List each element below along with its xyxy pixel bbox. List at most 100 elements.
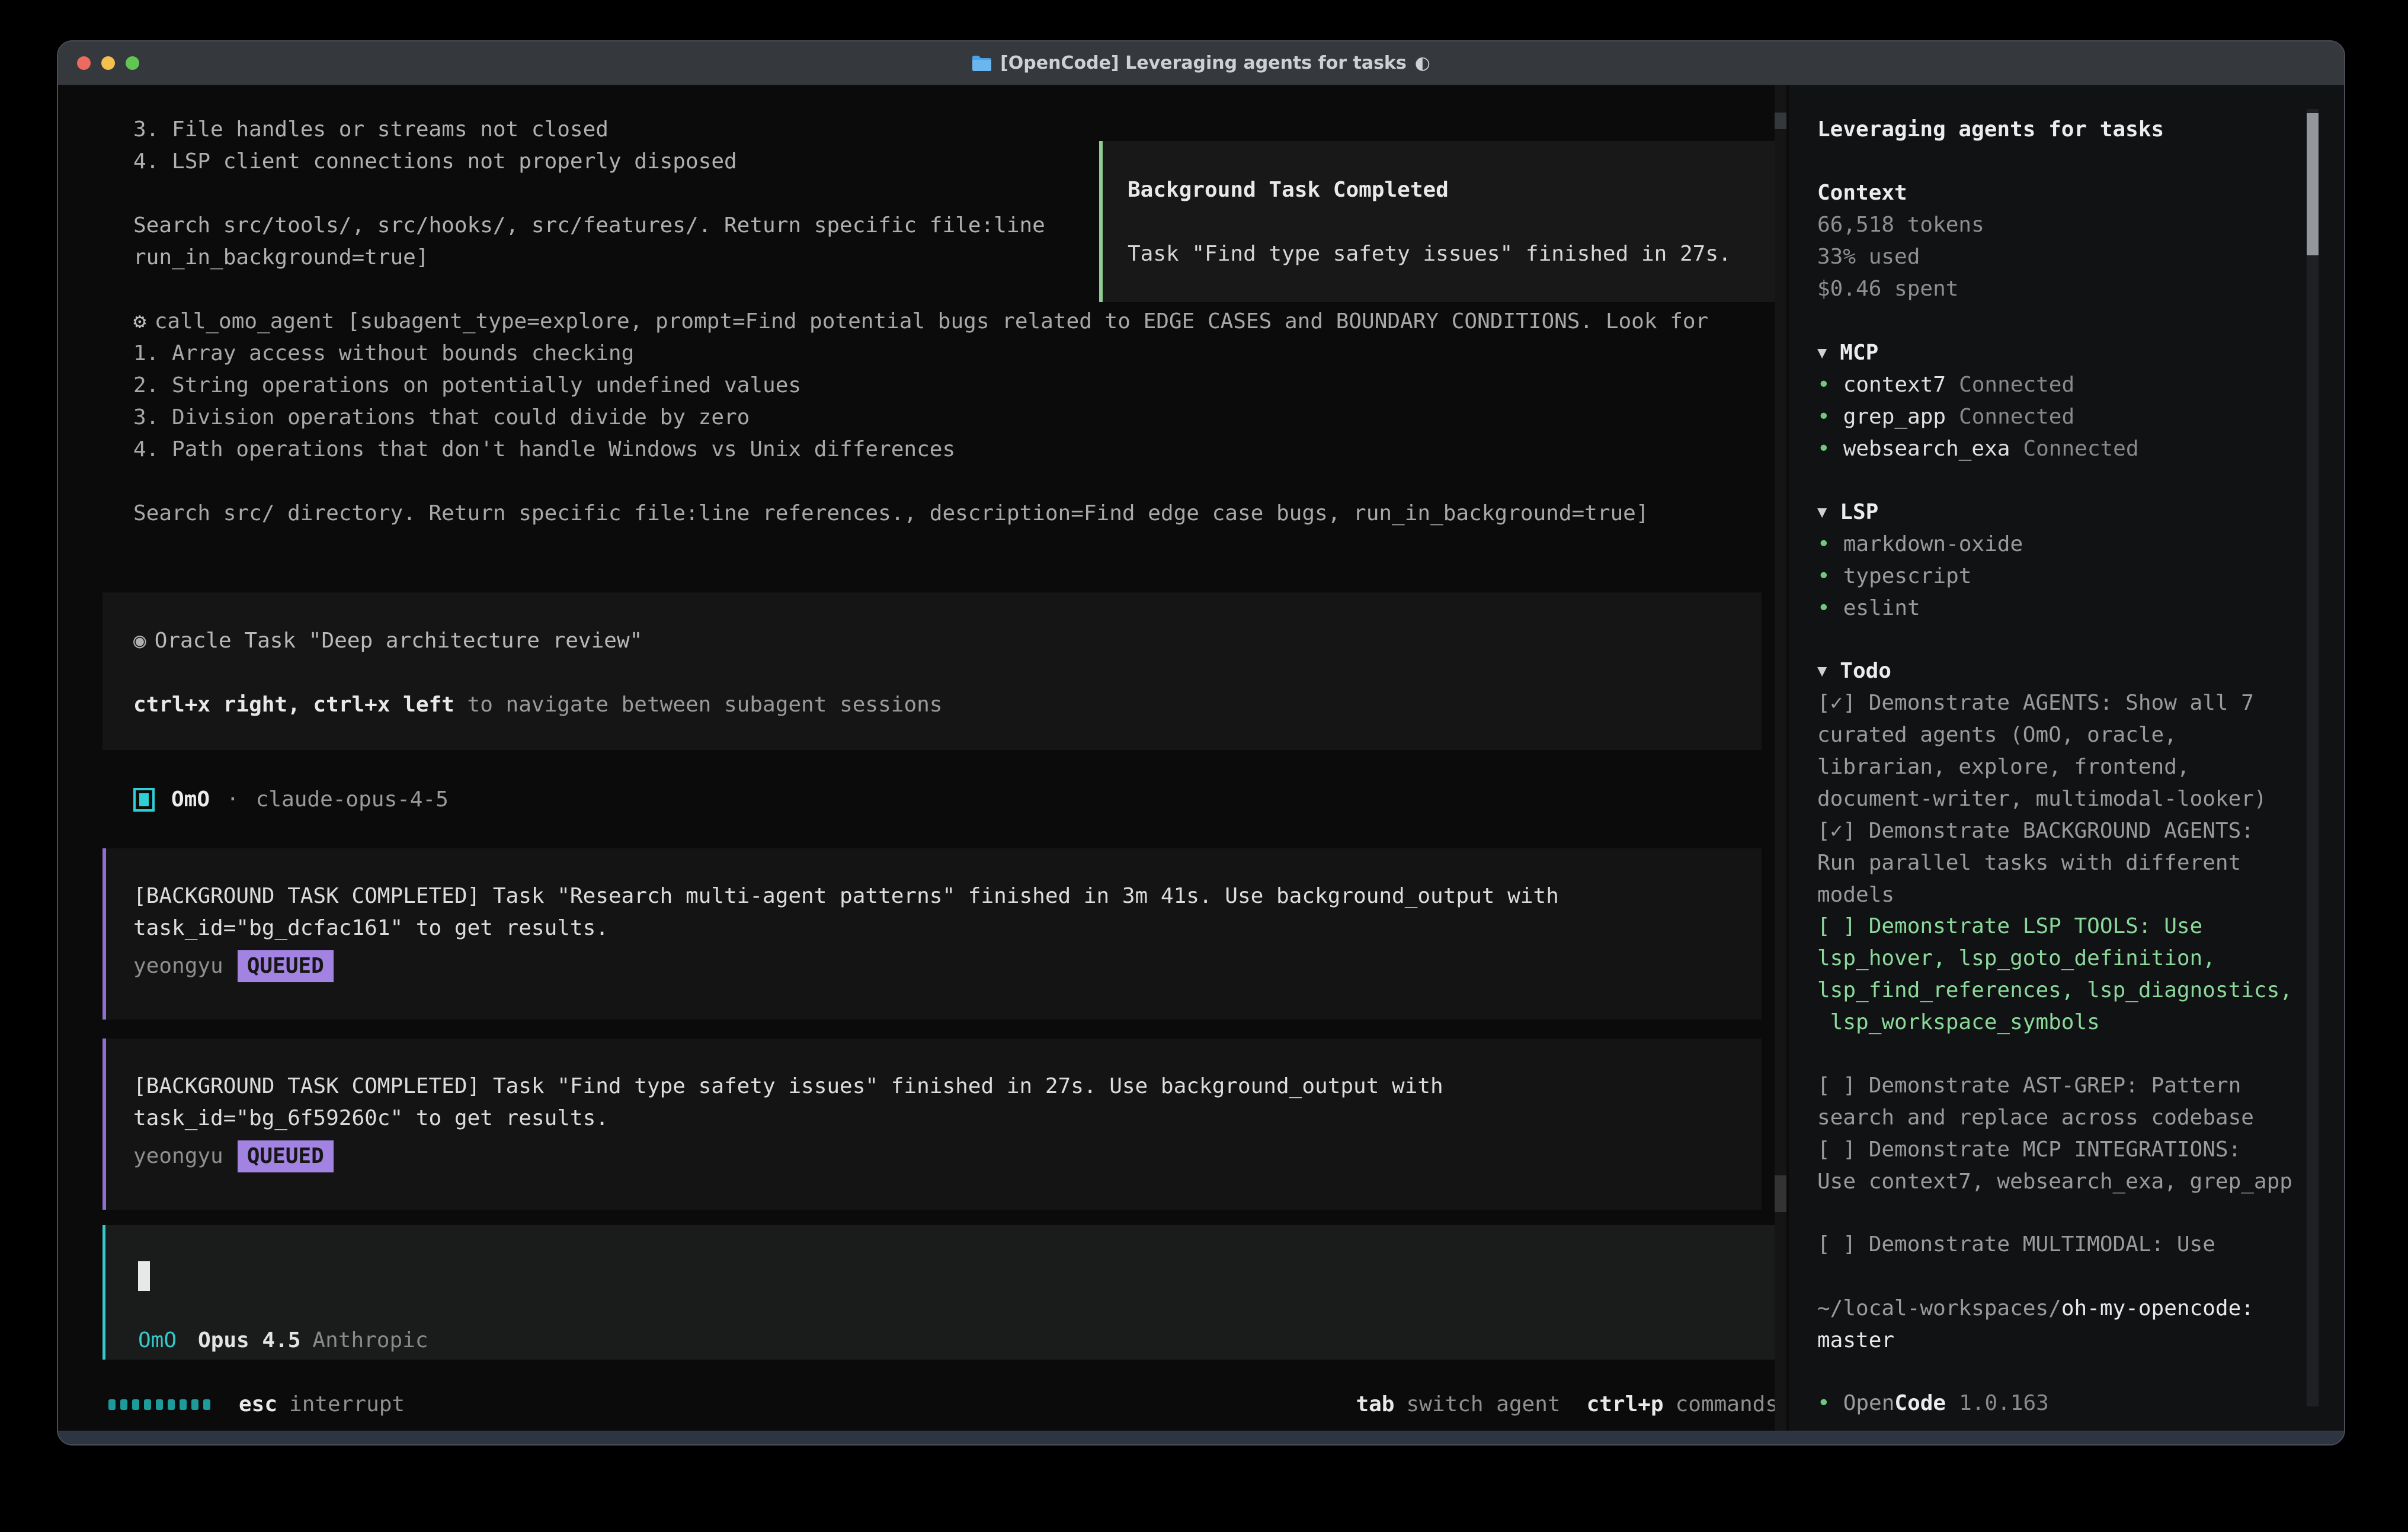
lsp-item-eslint: • eslint (1817, 592, 2303, 624)
task-completed-box-1: [BACKGROUND TASK COMPLETED] Task "Resear… (103, 848, 1762, 1020)
tool-call-text: call_omo_agent [subagent_type=explore, p… (155, 309, 1709, 334)
todo-heading: Todo (1840, 655, 1891, 687)
subagent-nav-hint: ctrl+x right, ctrl+x left to navigate be… (133, 689, 1731, 721)
lsp-section-header[interactable]: ▼ LSP (1817, 496, 2303, 528)
chat-scrollbar-thumb[interactable] (1775, 1175, 1786, 1212)
mcp-item-websearch-exa: • websearch_exa Connected (1817, 433, 2303, 465)
todo-pending-multimodal: [ ] Demonstrate MULTIMODAL: Use (1817, 1229, 2303, 1261)
green-dot-icon: • (1817, 369, 1830, 401)
status-badge: QUEUED (238, 1140, 334, 1172)
ctrlp-key-hint: ctrl+p (1587, 1389, 1664, 1421)
zoom-button[interactable] (126, 56, 139, 70)
lsp-name: eslint (1843, 592, 1920, 624)
mcp-status: Connected (1959, 401, 2074, 433)
chevron-down-icon: ▼ (1817, 337, 1827, 369)
chat-scrollbar-track[interactable] (1775, 85, 1786, 1431)
chat-pane: 3. File handles or streams not closed 4.… (58, 85, 1789, 1431)
separator-dot: · (226, 784, 239, 816)
working-spinner-dots (108, 1399, 210, 1410)
desktop: [OpenCode] Leveraging agents for tasks ◐… (0, 0, 2408, 1532)
half-moon-icon: ◐ (1415, 53, 1430, 73)
chevron-down-icon: ▼ (1817, 496, 1827, 528)
close-button[interactable] (77, 56, 91, 70)
input-agent-name: OmO (138, 1325, 177, 1357)
context-stats: 66,518 tokens 33% used $0.46 spent (1817, 209, 2303, 305)
input-provider-name: Anthropic (312, 1325, 428, 1357)
hint-keys: ctrl+x right, ctrl+x left (133, 693, 454, 717)
background-task-toast: Background Task Completed Task "Find typ… (1099, 141, 1782, 302)
mcp-name: context7 (1843, 369, 1946, 401)
todo-completed-items: [✓] Demonstrate AGENTS: Show all 7 curat… (1817, 687, 2303, 911)
context-heading: Context (1817, 177, 2303, 209)
green-dot-icon: • (1817, 560, 1830, 592)
window-titlebar: [OpenCode] Leveraging agents for tasks ◐ (58, 41, 2344, 85)
text-cursor (138, 1261, 150, 1291)
app-name-bold: Code (1894, 1387, 1946, 1419)
mcp-section-header[interactable]: ▼ MCP (1817, 337, 2303, 369)
toast-title: Background Task Completed (1128, 174, 1753, 206)
task-user: yeongyu (133, 1140, 223, 1172)
todo-section-header[interactable]: ▼ Todo (1817, 655, 2303, 687)
content-area: 3. File handles or streams not closed 4.… (58, 85, 2344, 1431)
sidebar-scrollbar-track[interactable] (2307, 109, 2319, 1406)
tab-hint: tab switch agent (1356, 1389, 1560, 1421)
mcp-name: websearch_exa (1843, 433, 2010, 465)
statusbar-left: esc interrupt (108, 1389, 405, 1421)
task-message-line2: task_id="bg_dcfac161" to get results. (133, 912, 1731, 944)
oracle-task-title-row: ◉ Oracle Task "Deep architecture review" (133, 625, 1731, 657)
ctrlp-hint: ctrl+p commands (1587, 1389, 1778, 1421)
todo-active-item: [ ] Demonstrate LSP TOOLS: Use lsp_hover… (1817, 911, 2303, 1039)
minimize-button[interactable] (101, 56, 115, 70)
input-info-row: OmO Opus 4.5 Anthropic (138, 1325, 428, 1357)
lsp-item-typescript: • typescript (1817, 560, 2303, 592)
lsp-name: typescript (1843, 560, 1972, 592)
opencode-window: [OpenCode] Leveraging agents for tasks ◐… (57, 40, 2345, 1446)
fisheye-icon: ◉ (133, 629, 146, 653)
green-dot-icon: • (1817, 433, 1830, 465)
input-model-name[interactable]: Opus 4.5 (198, 1325, 300, 1357)
folder-icon (972, 55, 992, 72)
mcp-item-grep-app: • grep_app Connected (1817, 401, 2303, 433)
oracle-task-title: Oracle Task "Deep architecture review" (155, 629, 643, 653)
toast-body: Task "Find type safety issues" finished … (1128, 238, 1753, 270)
app-name-dim: Open (1843, 1387, 1895, 1419)
window-bottom-bar (58, 1431, 2344, 1444)
task-message-line1: [BACKGROUND TASK COMPLETED] Task "Resear… (133, 880, 1731, 912)
green-dot-icon: • (1817, 592, 1830, 624)
mcp-name: grep_app (1843, 401, 1946, 433)
prompt-input[interactable]: OmO Opus 4.5 Anthropic (103, 1225, 1785, 1360)
repo-name: oh-my-opencode: (2061, 1296, 2254, 1321)
task-completed-box-2: [BACKGROUND TASK COMPLETED] Task "Find t… (103, 1039, 1762, 1210)
lsp-heading: LSP (1840, 496, 1878, 528)
chevron-down-icon: ▼ (1817, 655, 1827, 687)
chat-scrollbar-thumb-top[interactable] (1775, 113, 1786, 129)
workspace-path-line: ~/local-workspaces/oh-my-opencode: (1817, 1293, 2303, 1325)
lsp-name: markdown-oxide (1843, 528, 2023, 560)
tool-call-prompt-lines: 1. Array access without bounds checking … (133, 338, 1708, 530)
mcp-status: Connected (2023, 433, 2138, 465)
agent-header: OmO · claude-opus-4-5 (133, 784, 449, 816)
gear-icon: ⚙ (133, 309, 146, 334)
window-title: [OpenCode] Leveraging agents for tasks ◐ (972, 53, 1430, 73)
task-message-line1: [BACKGROUND TASK COMPLETED] Task "Find t… (133, 1071, 1731, 1102)
green-dot-icon: • (1817, 1387, 1830, 1419)
task-message-line2: task_id="bg_6f59260c" to get results. (133, 1102, 1731, 1134)
session-sidebar: Leveraging agents for tasks Context 66,5… (1789, 85, 2344, 1431)
hint-text: to navigate between subagent sessions (454, 693, 943, 717)
tool-call-first-line: ⚙ call_omo_agent [subagent_type=explore, … (133, 306, 1708, 338)
sidebar-scrollbar-thumb[interactable] (2307, 113, 2319, 255)
agent-name: OmO (171, 784, 210, 816)
window-title-text: [OpenCode] Leveraging agents for tasks (1000, 53, 1407, 73)
version-row: • OpenCode 1.0.163 (1817, 1387, 2303, 1419)
task-meta-row: yeongyu QUEUED (133, 950, 1731, 982)
lsp-item-markdown-oxide: • markdown-oxide (1817, 528, 2303, 560)
green-dot-icon: • (1817, 528, 1830, 560)
assistant-output-lines: 3. File handles or streams not closed 4.… (133, 114, 1045, 274)
task-user: yeongyu (133, 950, 223, 982)
ctrlp-key-label: commands (1676, 1389, 1778, 1421)
oracle-task-box: ◉Oracle Task "Deep architecture review" … (103, 592, 1762, 750)
statusbar-right: tab switch agent ctrl+p commands (1330, 1389, 1778, 1421)
mcp-item-context7: • context7 Connected (1817, 369, 2303, 401)
workspace-path: ~/local-workspaces/oh-my-opencode: maste… (1817, 1293, 2303, 1357)
traffic-lights (77, 41, 139, 85)
